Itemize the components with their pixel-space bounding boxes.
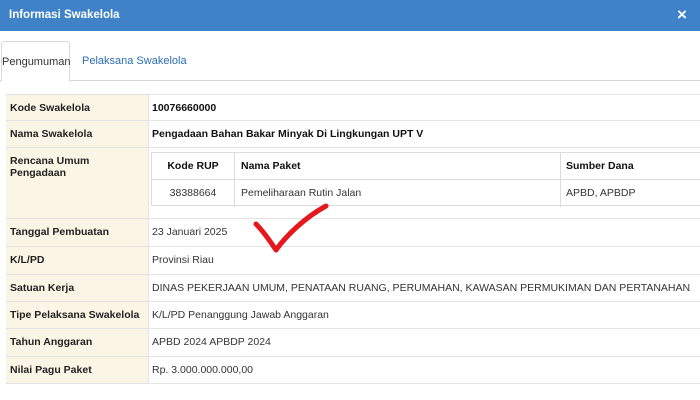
value-tanggal-pembuatan: 23 Januari 2025 — [152, 226, 228, 238]
close-icon[interactable]: × — [673, 5, 691, 25]
row-satuan-kerja: Satuan Kerja DINAS PEKERJAAN UMUM, PENAT… — [6, 275, 700, 302]
tab-bar: Pengumuman Pelaksana Swakelola — [0, 41, 700, 82]
value-klpd: Provinsi Riau — [152, 254, 214, 266]
label-nilai-pagu: Nilai Pagu Paket — [6, 357, 149, 383]
value-satuan-kerja: DINAS PEKERJAAN UMUM, PENATAAN RUANG, PE… — [152, 282, 691, 294]
detail-table: Kode Swakelola 10076660000 Nama Swakelol… — [6, 94, 700, 384]
value-tipe-pelaksana: K/L/PD Penanggung Jawab Anggaran — [152, 309, 329, 321]
label-klpd: K/L/PD — [6, 247, 149, 274]
label-kode-swakelola: Kode Swakelola — [6, 95, 149, 120]
col-kode-rup: Kode RUP — [167, 160, 219, 172]
label-tahun-anggaran: Tahun Anggaran — [6, 329, 149, 356]
col-sumber-dana: Sumber Dana — [560, 153, 700, 180]
rup-table: Kode RUP Nama Paket Sumber Dana 38388664… — [151, 152, 700, 207]
row-tanggal-pembuatan: Tanggal Pembuatan 23 Januari 2025 — [6, 219, 700, 247]
row-nilai-pagu: Nilai Pagu Paket Rp. 3.000.000.000,00 — [6, 357, 700, 384]
table-row: 38388664 Pemeliharaan Rutin Jalan APBD, … — [152, 180, 700, 207]
value-kode-swakelola: 10076660000 — [152, 102, 217, 114]
label-satuan-kerja: Satuan Kerja — [6, 275, 149, 301]
modal-title: Informasi Swakelola — [9, 9, 120, 21]
red-checkmark-icon — [253, 203, 329, 253]
value-nama-swakelola: Pengadaan Bahan Bakar Minyak Di Lingkung… — [152, 128, 424, 140]
row-nama-swakelola: Nama Swakelola Pengadaan Bahan Bakar Min… — [6, 121, 700, 148]
rup-table-header: Kode RUP Nama Paket Sumber Dana — [152, 153, 700, 180]
value-tahun-anggaran: APBD 2024 APBDP 2024 — [152, 336, 271, 348]
label-nama-swakelola: Nama Swakelola — [6, 121, 149, 147]
row-tipe-pelaksana: Tipe Pelaksana Swakelola K/L/PD Penanggu… — [6, 302, 700, 329]
label-tanggal-pembuatan: Tanggal Pembuatan — [6, 219, 149, 246]
row-kode-swakelola: Kode Swakelola 10076660000 — [6, 95, 700, 121]
label-rencana-umum-pengadaan: Rencana Umum Pengadaan — [6, 148, 149, 218]
label-tipe-pelaksana: Tipe Pelaksana Swakelola — [6, 302, 149, 328]
value-nilai-pagu: Rp. 3.000.000.000,00 — [152, 364, 254, 376]
col-nama-paket: Nama Paket — [234, 153, 560, 180]
cell-kode-rup: 38388664 — [169, 187, 217, 199]
row-klpd: K/L/PD Provinsi Riau — [6, 247, 700, 275]
row-tahun-anggaran: Tahun Anggaran APBD 2024 APBDP 2024 — [6, 329, 700, 357]
cell-sumber-dana: APBD, APBDP — [560, 180, 700, 207]
tab-pengumuman[interactable]: Pengumuman — [1, 41, 71, 82]
modal-header: Informasi Swakelola × — [0, 0, 700, 31]
tab-pelaksana-swakelola[interactable]: Pelaksana Swakelola — [74, 41, 195, 81]
